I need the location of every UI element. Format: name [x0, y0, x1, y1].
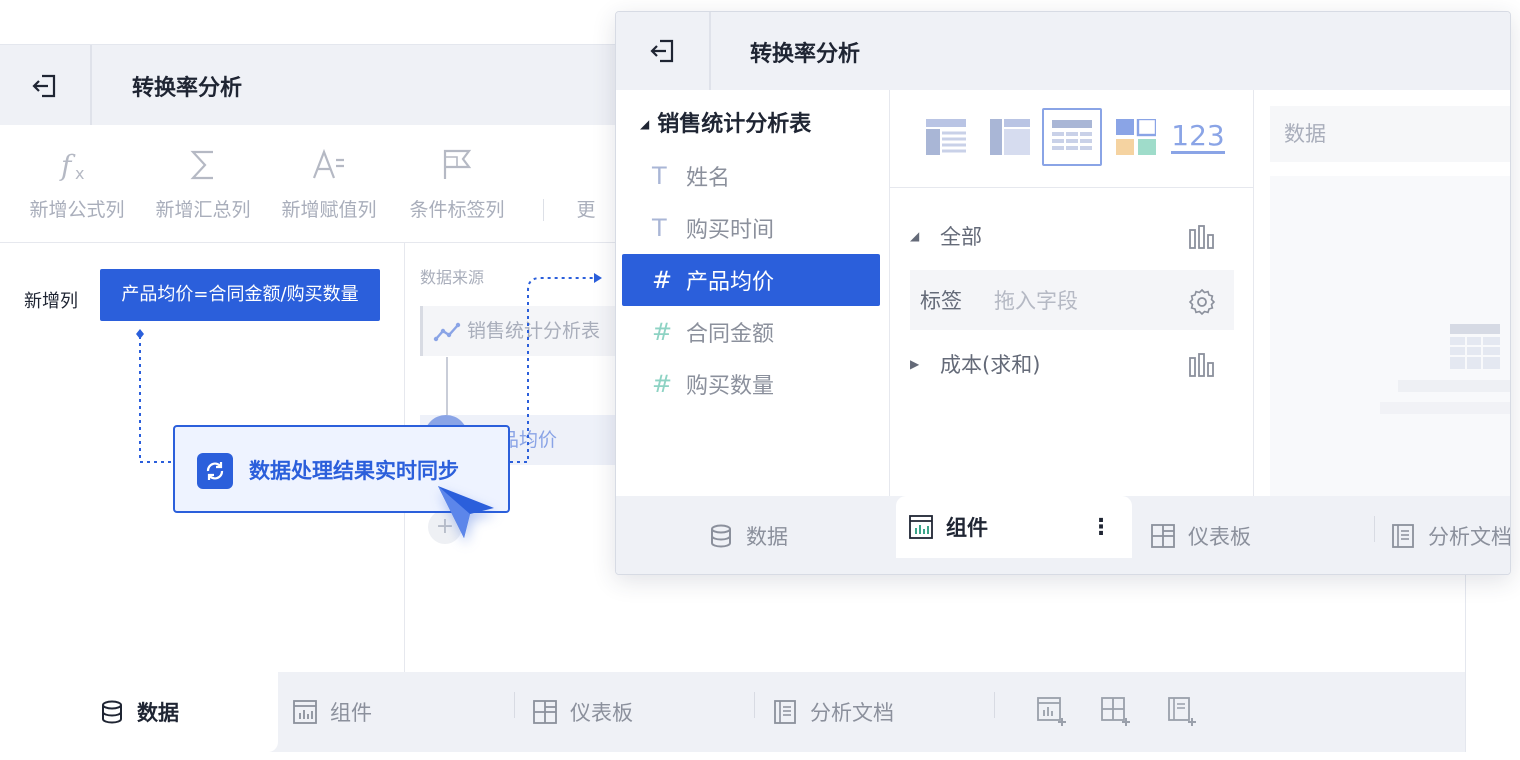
table-icon[interactable]	[916, 108, 976, 166]
text-type-icon: T	[652, 214, 667, 242]
document-icon	[1392, 524, 1414, 548]
field-item[interactable]: # 购买数量	[622, 358, 880, 410]
back-bottom-tabs: 数据 组件 仪表板 分析文档	[0, 672, 1465, 752]
database-icon	[102, 700, 122, 724]
front-bottom-tabs: 数据 组件 ⋮ 仪表板 分析文档	[616, 496, 1510, 574]
gear-icon[interactable]	[1188, 288, 1216, 321]
chart-icon	[293, 700, 317, 724]
tab-data[interactable]: 数据	[0, 672, 278, 752]
bar-chart-icon[interactable]	[1188, 352, 1216, 383]
chart-type-picker: 123	[890, 90, 1253, 188]
sync-icon	[197, 453, 233, 489]
exit-icon[interactable]	[648, 36, 678, 70]
cross-table-icon[interactable]	[980, 108, 1040, 166]
preview-canvas	[1270, 176, 1510, 496]
front-window: 转换率分析 ◢ 销售统计分析表 T 姓名 T 购买时间 # 产品均价 # 合同金额 # 购买…	[615, 11, 1511, 575]
document-icon	[774, 700, 796, 724]
bar-chart-icon[interactable]	[1188, 224, 1216, 255]
dimension-all-row[interactable]: ◢ 全部	[910, 206, 1234, 266]
measure-row[interactable]: ▶ 成本(求和)	[910, 334, 1234, 394]
more-options-icon[interactable]: ⋮	[1090, 515, 1112, 540]
chart-icon	[909, 515, 933, 539]
expand-triangle-icon: ▶	[910, 357, 920, 371]
tab-analysis-doc[interactable]: 分析文档	[1390, 496, 1510, 574]
dashboard-icon	[1151, 524, 1175, 548]
drop-field-placeholder: 拖入字段	[994, 289, 1078, 313]
field-item[interactable]: # 合同金额	[622, 306, 880, 358]
grid-icon[interactable]	[1106, 108, 1166, 166]
add-dashboard-icon[interactable]	[1100, 672, 1144, 752]
number-type-icon: #	[652, 370, 673, 398]
chart-config-panel: 123 ◢ 全部 标签 拖入字段 ▶ 成本(求和)	[890, 90, 1254, 496]
field-item[interactable]: T 姓名	[622, 150, 880, 202]
field-item[interactable]: T 购买时间	[622, 202, 880, 254]
dashboard-icon	[533, 700, 557, 724]
preview-panel: 数据	[1254, 90, 1510, 496]
tab-data[interactable]: 数据	[708, 496, 788, 574]
detail-table-icon[interactable]	[1042, 108, 1102, 166]
collapse-triangle-icon: ◢	[910, 229, 920, 243]
tab-dashboard[interactable]: 仪表板	[532, 672, 633, 752]
database-icon	[711, 524, 731, 548]
field-item-selected[interactable]: # 产品均价	[622, 254, 880, 306]
text-type-icon: T	[652, 162, 667, 190]
kpi-number-icon[interactable]: 123	[1168, 108, 1228, 166]
preview-data-label: 数据	[1270, 106, 1510, 162]
tab-analysis-doc[interactable]: 分析文档	[772, 672, 894, 752]
front-header: 转换率分析	[616, 12, 1510, 90]
empty-table-illustration-icon	[1380, 324, 1510, 414]
field-list-panel: ◢ 销售统计分析表 T 姓名 T 购买时间 # 产品均价 # 合同金额 # 购买数量	[616, 90, 890, 496]
add-component-icon[interactable]	[1036, 672, 1080, 752]
collapse-triangle-icon: ◢	[640, 117, 650, 131]
tab-component[interactable]: 组件	[292, 672, 372, 752]
tag-drop-row[interactable]: 标签 拖入字段	[910, 270, 1234, 330]
number-type-icon: #	[652, 266, 673, 294]
tab-dashboard[interactable]: 仪表板	[1150, 496, 1251, 574]
cursor-arrow-icon	[438, 486, 494, 538]
tab-component[interactable]: 组件 ⋮	[896, 496, 1132, 558]
add-document-icon[interactable]	[1166, 672, 1210, 752]
number-type-icon: #	[652, 318, 673, 346]
page-title: 转换率分析	[750, 42, 861, 67]
dataset-title[interactable]: ◢ 销售统计分析表	[640, 106, 811, 138]
